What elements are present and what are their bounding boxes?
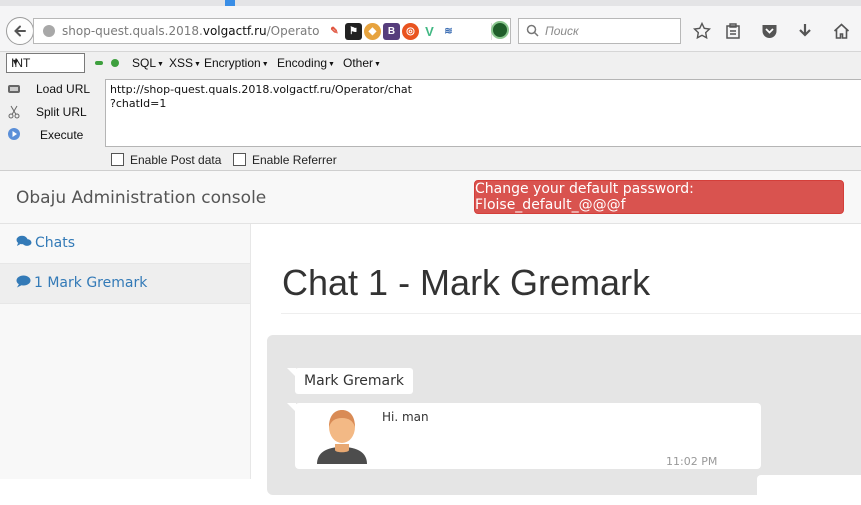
chat-panel: Mark Gremark Hi. man 11:02 PM bbox=[267, 335, 861, 505]
chevron-down-icon: ▼ bbox=[11, 57, 20, 67]
title-divider bbox=[281, 313, 861, 314]
enable-referrer-label: Enable Referrer bbox=[252, 153, 337, 167]
enable-post-label: Enable Post data bbox=[130, 153, 222, 167]
menu-encryption[interactable]: Encryption▼ bbox=[204, 56, 269, 70]
decrement-icon[interactable] bbox=[95, 61, 103, 65]
next-message-bubble bbox=[757, 475, 861, 505]
browser-toolbar: shop-quest.quals.2018.volgactf.ru/Operat… bbox=[0, 0, 861, 52]
comment-icon bbox=[16, 275, 31, 288]
downloads-button[interactable] bbox=[794, 20, 816, 42]
brand-title[interactable]: Obaju Administration console bbox=[16, 188, 266, 208]
search-placeholder: Поиск bbox=[545, 24, 579, 38]
main-content: Chat 1 - Mark Gremark Mark Gremark Hi. m… bbox=[251, 224, 861, 505]
message-bubble: Hi. man 11:02 PM bbox=[287, 403, 761, 469]
message-timestamp: 11:02 PM bbox=[666, 455, 718, 468]
vue-icon[interactable]: V bbox=[421, 23, 438, 40]
pocket-icon bbox=[762, 25, 776, 38]
top-navbar: Obaju Administration console Change your… bbox=[0, 171, 861, 224]
search-icon bbox=[526, 24, 539, 37]
feather-icon[interactable]: ✎ bbox=[326, 23, 343, 40]
load-url-button[interactable]: Load URL bbox=[36, 82, 90, 96]
clipboard-icon bbox=[726, 23, 740, 39]
address-text[interactable]: shop-quest.quals.2018.volgactf.ru/Operat… bbox=[62, 24, 319, 38]
menu-xss[interactable]: XSS▼ bbox=[169, 56, 201, 70]
load-url-icon bbox=[8, 85, 20, 93]
sidebar-item-chats[interactable]: Chats bbox=[0, 224, 250, 264]
menu-other[interactable]: Other▼ bbox=[343, 56, 381, 70]
avatar bbox=[317, 410, 367, 464]
sender-name: Mark Gremark bbox=[287, 368, 413, 394]
bug-icon[interactable]: ◆ bbox=[364, 23, 381, 40]
flag-icon[interactable]: ⚑ bbox=[345, 23, 362, 40]
message-text: Hi. man bbox=[382, 410, 429, 424]
admin-page: Obaju Administration console Change your… bbox=[0, 171, 861, 505]
sidebar-item-chat-1[interactable]: 1 Mark Gremark bbox=[0, 264, 250, 304]
checkbox-box[interactable] bbox=[233, 153, 246, 166]
bootstrap-icon[interactable]: B bbox=[383, 23, 400, 40]
globe-icon bbox=[43, 25, 55, 37]
enable-post-checkbox[interactable]: Enable Post data bbox=[111, 153, 221, 167]
shield-icon[interactable] bbox=[491, 21, 509, 39]
star-icon bbox=[693, 22, 711, 40]
split-url-button[interactable]: Split URL bbox=[36, 105, 87, 119]
pocket-button[interactable] bbox=[758, 20, 780, 42]
tab-strip bbox=[0, 0, 861, 6]
page-title: Chat 1 - Mark Gremark bbox=[282, 262, 651, 303]
increment-icon[interactable] bbox=[111, 59, 119, 67]
scissors-icon bbox=[8, 105, 20, 119]
extension-icons: ✎ ⚑ ◆ B ◎ V ≋ bbox=[326, 23, 457, 40]
arrow-left-icon bbox=[14, 25, 26, 37]
download-icon bbox=[799, 24, 811, 37]
wave-icon[interactable]: ≋ bbox=[440, 23, 457, 40]
back-button[interactable] bbox=[6, 17, 34, 45]
checkbox-box[interactable] bbox=[111, 153, 124, 166]
address-bar[interactable]: shop-quest.quals.2018.volgactf.ru/Operat… bbox=[33, 18, 511, 44]
menu-sql[interactable]: SQL▼ bbox=[132, 56, 164, 70]
bookmark-star-button[interactable] bbox=[691, 20, 713, 42]
sidebar: Chats 1 Mark Gremark bbox=[0, 224, 251, 479]
ubuntu-icon[interactable]: ◎ bbox=[402, 23, 419, 40]
home-icon bbox=[833, 23, 849, 39]
reader-list-button[interactable] bbox=[722, 20, 744, 42]
sidebar-item-label: 1 Mark Gremark bbox=[34, 275, 148, 291]
url-textarea[interactable]: http://shop-quest.quals.2018.volgactf.ru… bbox=[105, 79, 861, 147]
hackbar-panel: INT ▼ SQL▼ XSS▼ Encryption▼ Encoding▼ Ot… bbox=[0, 52, 861, 171]
enable-referrer-checkbox[interactable]: Enable Referrer bbox=[233, 153, 337, 167]
home-button[interactable] bbox=[830, 20, 852, 42]
sidebar-item-label: Chats bbox=[35, 235, 76, 251]
search-bar[interactable]: Поиск bbox=[518, 18, 681, 44]
type-select[interactable]: INT ▼ bbox=[6, 53, 85, 73]
comments-icon bbox=[16, 235, 32, 246]
active-tab-edge[interactable] bbox=[225, 0, 235, 6]
execute-button[interactable]: Execute bbox=[40, 128, 83, 142]
menu-encoding[interactable]: Encoding▼ bbox=[277, 56, 335, 70]
change-password-button[interactable]: Change your default password: Floise_def… bbox=[474, 180, 844, 214]
play-icon bbox=[8, 128, 20, 140]
